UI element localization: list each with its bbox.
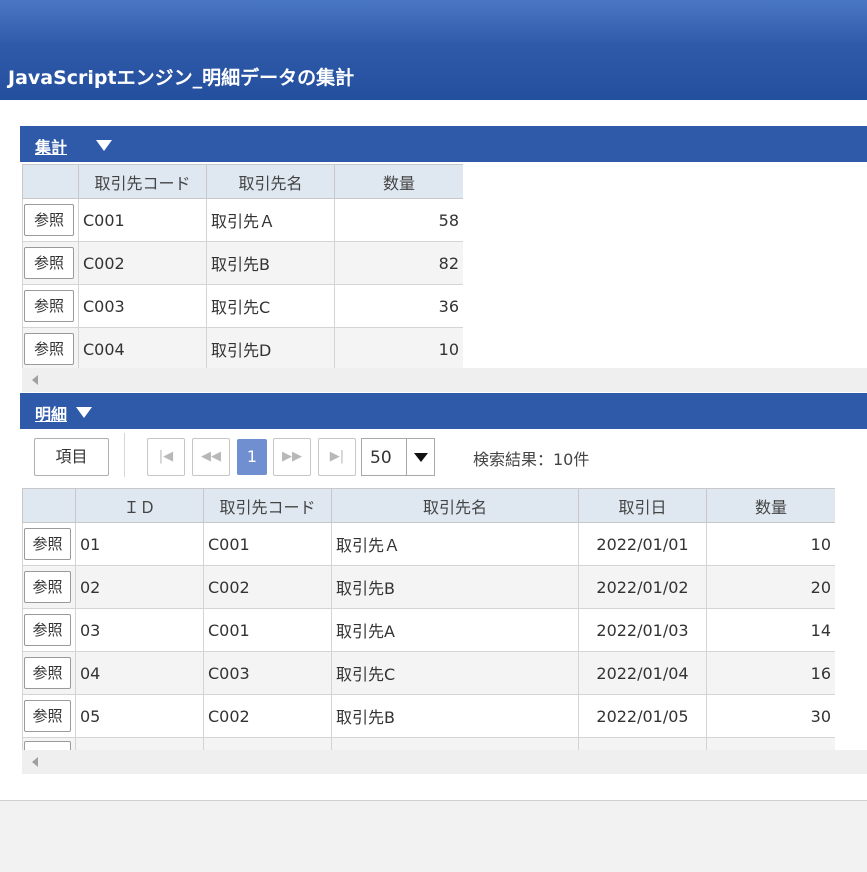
collapse-triangle-icon[interactable]: [96, 140, 112, 151]
reference-button[interactable]: 参照: [24, 290, 74, 322]
cell-name: 取引先A: [331, 608, 579, 652]
table-row: 参照 C004 取引先D 10: [22, 327, 463, 368]
detail-section-header[interactable]: 明細: [20, 393, 867, 429]
cell-id: 04: [75, 651, 204, 695]
summary-grid-viewport: 取引先コード 取引先名 数量 参照 C001 取引先Ａ 58 参照 C002 取…: [22, 164, 463, 368]
cell-qty: 36: [334, 284, 463, 328]
cell-name: 取引先Ａ: [331, 522, 579, 566]
table-row: 参照 04 C003 取引先C 2022/01/04 16: [22, 651, 835, 695]
cell-qty: 30: [706, 694, 835, 738]
cell-id: 01: [75, 522, 204, 566]
table-row: 参照 03 C001 取引先A 2022/01/03 14: [22, 608, 835, 652]
column-header-name[interactable]: 取引先名: [331, 488, 579, 523]
cell-code: C003: [203, 651, 332, 695]
page-size-select[interactable]: 50: [361, 438, 435, 476]
cell-code: C002: [203, 694, 332, 738]
table-row: 参照 05 C002 取引先B 2022/01/05 30: [22, 694, 835, 738]
cell-code: C001: [203, 608, 332, 652]
cell-code: C001: [203, 522, 332, 566]
cell-name: 取引先C: [206, 284, 335, 328]
table-row: 参照 C001 取引先Ａ 58: [22, 198, 463, 242]
table-row-partial: [22, 737, 835, 750]
detail-section-title[interactable]: 明細: [35, 401, 67, 425]
cell-date: 2022/01/04: [578, 651, 707, 695]
column-header-qty[interactable]: 数量: [706, 488, 835, 523]
dropdown-arrow-icon[interactable]: [406, 439, 434, 475]
column-header-date[interactable]: 取引日: [578, 488, 707, 523]
column-header-name[interactable]: 取引先名: [206, 164, 335, 199]
cell-name: 取引先B: [331, 694, 579, 738]
cell-qty: 20: [706, 565, 835, 609]
cell-date: [578, 737, 707, 750]
column-header-action: [22, 164, 79, 199]
page-size-value: 50: [370, 448, 392, 468]
reference-button[interactable]: 参照: [24, 700, 71, 732]
last-page-icon[interactable]: ▶|: [318, 438, 356, 476]
summary-section-header[interactable]: 集計: [20, 126, 867, 162]
table-row: 参照 02 C002 取引先B 2022/01/02 20: [22, 565, 835, 609]
prev-page-icon[interactable]: ◀◀: [192, 438, 230, 476]
reference-button[interactable]: 参照: [24, 571, 71, 603]
reference-button[interactable]: 参照: [24, 204, 74, 236]
cell-name: 取引先D: [206, 327, 335, 368]
cell-name: 取引先B: [331, 565, 579, 609]
summary-section-title[interactable]: 集計: [35, 134, 67, 158]
summary-horizontal-scrollbar[interactable]: [22, 368, 867, 392]
column-header-action: [22, 488, 76, 523]
cell-code: C001: [78, 198, 207, 242]
toolbar-divider: [124, 433, 125, 477]
search-result-count: 検索結果：10件: [473, 450, 590, 469]
collapse-triangle-icon[interactable]: [76, 407, 92, 418]
cell-code: C002: [203, 565, 332, 609]
cell-id: 02: [75, 565, 204, 609]
reference-button[interactable]: 参照: [24, 614, 71, 646]
reference-button[interactable]: 参照: [24, 333, 74, 365]
cell-qty: [706, 737, 835, 750]
item-settings-button[interactable]: 項目: [34, 438, 109, 476]
app-header: JavaScriptエンジン_明細データの集計: [0, 0, 867, 100]
page-title: JavaScriptエンジン_明細データの集計: [8, 67, 355, 89]
detail-table: ＩＤ 取引先コード 取引先名 取引日 数量 参照 01 C001 取引先Ａ 20…: [22, 488, 835, 750]
cell-name: 取引先C: [331, 651, 579, 695]
cell-name: 取引先Ａ: [206, 198, 335, 242]
cell-code: [203, 737, 332, 750]
reference-button[interactable]: 参照: [24, 528, 71, 560]
cell-qty: 82: [334, 241, 463, 285]
column-header-id[interactable]: ＩＤ: [75, 488, 204, 523]
cell-id: 03: [75, 608, 204, 652]
scroll-left-icon[interactable]: [32, 757, 38, 767]
table-row: 参照 01 C001 取引先Ａ 2022/01/01 10: [22, 522, 835, 566]
current-page-button[interactable]: 1: [237, 439, 267, 475]
cell-qty: 14: [706, 608, 835, 652]
cell-id: 05: [75, 694, 204, 738]
reference-button[interactable]: 参照: [24, 657, 71, 689]
cell-qty: 10: [706, 522, 835, 566]
column-header-qty[interactable]: 数量: [334, 164, 463, 199]
cell-date: 2022/01/05: [578, 694, 707, 738]
column-header-code[interactable]: 取引先コード: [78, 164, 207, 199]
cell-date: 2022/01/02: [578, 565, 707, 609]
cell-qty: 58: [334, 198, 463, 242]
detail-grid-viewport: ＩＤ 取引先コード 取引先名 取引日 数量 参照 01 C001 取引先Ａ 20…: [22, 488, 835, 750]
table-row: 参照 C003 取引先C 36: [22, 284, 463, 328]
cell-code: C003: [78, 284, 207, 328]
cell-code: C004: [78, 327, 207, 368]
first-page-icon[interactable]: |◀: [147, 438, 185, 476]
reference-button[interactable]: [24, 741, 71, 750]
next-page-icon[interactable]: ▶▶: [273, 438, 311, 476]
scroll-left-icon[interactable]: [32, 375, 38, 385]
detail-horizontal-scrollbar[interactable]: [22, 750, 867, 774]
cell-date: 2022/01/03: [578, 608, 707, 652]
cell-name: 取引先B: [206, 241, 335, 285]
cell-name: [331, 737, 579, 750]
cell-date: 2022/01/01: [578, 522, 707, 566]
cell-id: [75, 737, 204, 750]
reference-button[interactable]: 参照: [24, 247, 74, 279]
cell-qty: 16: [706, 651, 835, 695]
cell-code: C002: [78, 241, 207, 285]
table-row: 参照 C002 取引先B 82: [22, 241, 463, 285]
column-header-code[interactable]: 取引先コード: [203, 488, 332, 523]
summary-table: 取引先コード 取引先名 数量 参照 C001 取引先Ａ 58 参照 C002 取…: [22, 164, 463, 368]
cell-qty: 10: [334, 327, 463, 368]
